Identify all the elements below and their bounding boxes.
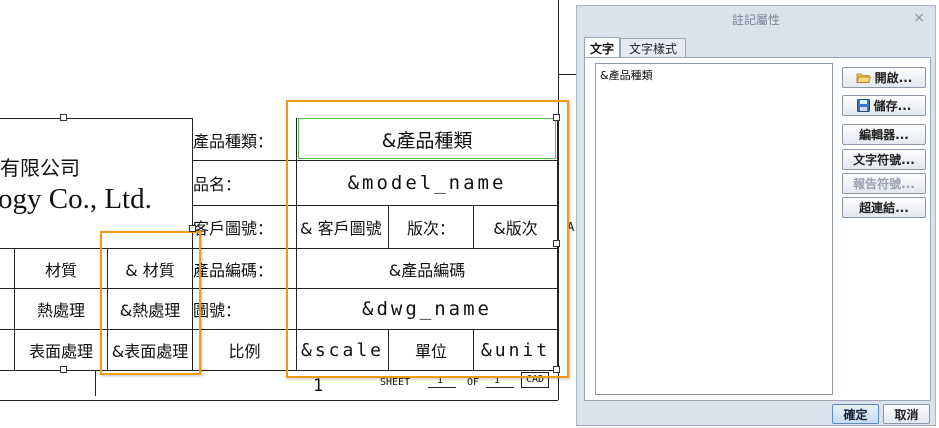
save-button-label: 儲存... — [873, 99, 912, 113]
open-button[interactable]: 開啟... — [842, 67, 926, 88]
resize-handle[interactable] — [189, 225, 196, 232]
border-tick-top — [558, 74, 576, 75]
resize-handle[interactable] — [60, 114, 67, 121]
drawing-border-bottom — [0, 400, 558, 401]
cancel-button[interactable]: 取消 — [883, 404, 930, 424]
resize-handle[interactable] — [553, 366, 560, 373]
report-symbol-button[interactable]: 報告符號... — [842, 173, 926, 194]
editor-button[interactable]: 編輯器... — [842, 124, 926, 145]
save-disk-icon — [856, 99, 870, 112]
note-text-area[interactable]: &產品種類 — [595, 63, 833, 395]
close-icon[interactable]: × — [913, 10, 925, 26]
dialog-titlebar[interactable]: 註記屬性 × — [577, 6, 935, 32]
text-tab-panel: &產品種類 開啟... 儲存... 編輯器... 文字符號... 報告符號...… — [584, 57, 931, 401]
surface-treatment-label: 表面處理 — [28, 342, 93, 361]
company-box-top — [0, 118, 192, 119]
tab-text[interactable]: 文字 — [584, 37, 620, 58]
hyperlink-button[interactable]: 超連結... — [842, 197, 926, 218]
resize-handle[interactable] — [553, 114, 560, 121]
ok-button[interactable]: 確定 — [832, 404, 879, 424]
folder-open-icon — [856, 73, 871, 83]
of-underline — [486, 387, 514, 388]
save-button[interactable]: 儲存... — [842, 95, 926, 116]
sheet-number: 1 — [313, 376, 324, 396]
resize-handle[interactable] — [553, 240, 560, 247]
grid-v-9 — [95, 370, 96, 396]
product-code-label: 產品編碼： — [193, 260, 274, 280]
dwg-no-label: 圖號： — [193, 301, 242, 320]
selection-frame-right[interactable] — [286, 100, 569, 378]
heat-treatment-label: 熱處理 — [36, 301, 85, 320]
name-label: 品名： — [193, 175, 242, 194]
dialog-title: 註記屬性 — [731, 13, 780, 27]
open-button-label: 開啟... — [874, 71, 913, 85]
of-label: OF — [467, 377, 480, 388]
tab-text-style[interactable]: 文字樣式 — [620, 38, 686, 57]
company-name-cn: 有限公司 — [0, 156, 80, 180]
note-properties-dialog: 註記屬性 × 文字 文字樣式 &產品種類 開啟... 儲存... 編輯器... … — [576, 5, 936, 426]
drawing-canvas[interactable]: 有限公司 ogy Co., Ltd. 材質 & 材質 熱處理 &熱處理 表面處理… — [0, 0, 576, 428]
scale-label: 比例 — [228, 342, 261, 361]
company-name-en: ogy Co., Ltd. — [0, 183, 152, 215]
text-symbol-button[interactable]: 文字符號... — [842, 149, 926, 170]
resize-handle[interactable] — [60, 366, 67, 373]
sheet-label: SHEET — [380, 377, 411, 388]
customer-dwg-label: 客戶圖號： — [193, 219, 274, 238]
material-label: 材質 — [44, 260, 77, 280]
selection-frame-left[interactable] — [100, 231, 201, 375]
sheet-underline — [428, 387, 456, 388]
product-type-label: 產品種類： — [193, 131, 274, 151]
